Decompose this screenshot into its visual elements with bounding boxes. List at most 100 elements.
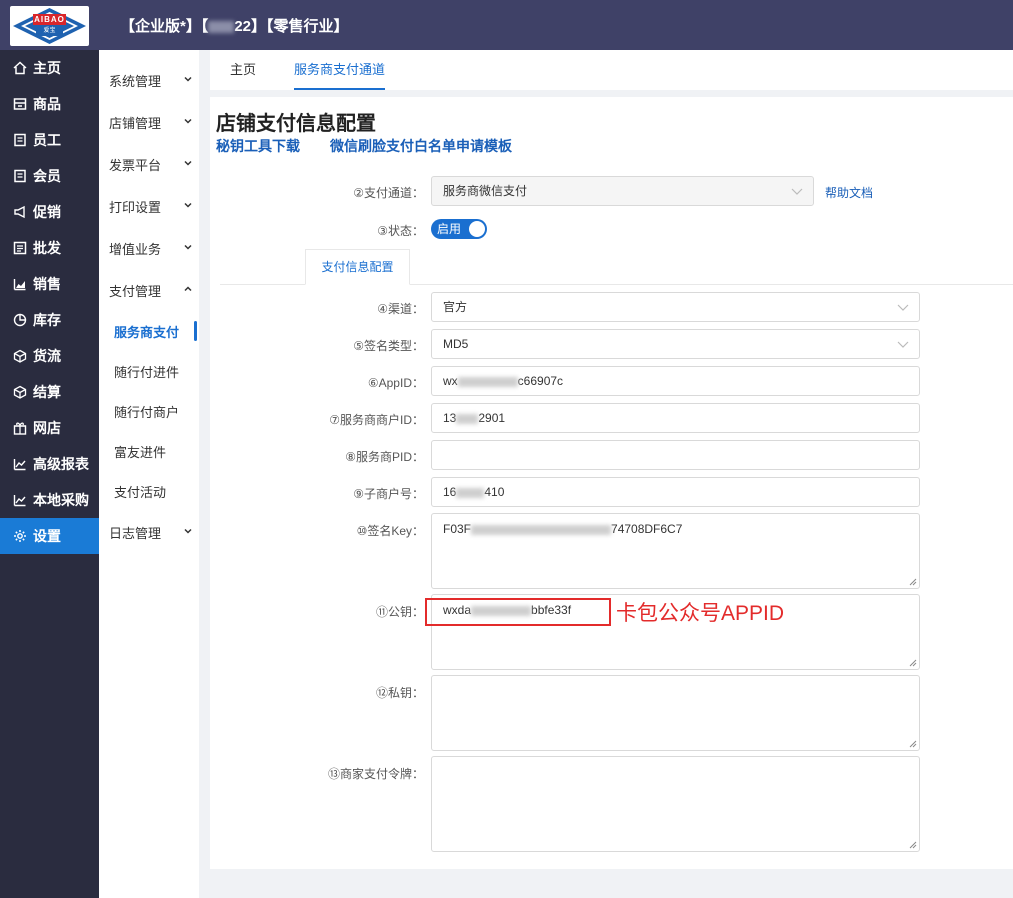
sign-key-label: ⑩签名Key： xyxy=(356,524,424,538)
submenu-payment-management[interactable]: 支付管理 xyxy=(99,275,199,305)
redacted-sub-merchant xyxy=(456,487,485,498)
resize-grip-icon[interactable] xyxy=(909,578,917,586)
sidebar-item-logistics[interactable]: 货流 xyxy=(0,338,99,374)
submenu-suixingfu-onboarding[interactable]: 随行付进件 xyxy=(99,356,199,386)
submenu-suixingfu-merchant[interactable]: 随行付商户 xyxy=(99,396,199,426)
submenu-store-management[interactable]: 店铺管理 xyxy=(99,107,199,137)
sidebar-item-goods[interactable]: 商品 xyxy=(0,86,99,122)
sub-merchant-value-start: 16 xyxy=(443,485,457,499)
sidebar-item-sales[interactable]: 销售 xyxy=(0,266,99,302)
sidebar-item-label: 设置 xyxy=(33,528,61,544)
aibao-logo[interactable]: AIBAO 爱宝 xyxy=(10,6,89,46)
store-title-prefix: 【企业版*】【 xyxy=(120,18,209,35)
sidebar-item-label: 会员 xyxy=(33,168,61,184)
chevron-down-icon xyxy=(184,528,192,534)
sidebar-item-settings[interactable]: 设置 xyxy=(0,518,99,554)
appid-input[interactable]: wx c66907c xyxy=(431,366,920,396)
sign-type-value: MD5 xyxy=(443,337,469,351)
sub-merchant-input[interactable]: 16 410 xyxy=(431,477,920,507)
sidebar-item-local-purchase[interactable]: 本地采购 xyxy=(0,482,99,518)
config-panel: 店铺支付信息配置 秘钥工具下载 微信刷脸支付白名单申请模板 ②支付通道： 服务商… xyxy=(210,97,1013,869)
route-value: 官方 xyxy=(443,300,468,314)
merchant-id-label: ⑦服务商商户ID： xyxy=(329,413,424,427)
page-title: 店铺支付信息配置 xyxy=(216,113,376,135)
sidebar-item-label: 本地采购 xyxy=(33,492,89,508)
appid-value-end: c66907c xyxy=(517,374,564,388)
sidebar-item-label: 批发 xyxy=(33,240,61,256)
private-key-textarea[interactable] xyxy=(431,675,920,751)
redacted-merchant-id xyxy=(456,413,479,424)
sidebar-item-settlement[interactable]: 结算 xyxy=(0,374,99,410)
sub-merchant-value-end: 410 xyxy=(484,485,505,499)
submenu-provider-payment[interactable]: 服务商支付 xyxy=(99,316,199,346)
pid-input[interactable] xyxy=(431,440,920,470)
help-doc-link[interactable]: 帮助文档 xyxy=(825,184,873,201)
submenu-label: 支付管理 xyxy=(109,283,162,299)
tab-payment-info-config[interactable]: 支付信息配置 xyxy=(305,249,410,285)
sidebar-item-label: 商品 xyxy=(33,96,61,112)
submenu-system-management[interactable]: 系统管理 xyxy=(99,65,199,95)
sign-key-value-end: 74708DF6C7 xyxy=(611,522,683,536)
sign-key-textarea[interactable]: F03F 74708DF6C7 xyxy=(431,513,920,589)
sidebar-item-label: 结算 xyxy=(33,384,61,400)
submenu-label: 增值业务 xyxy=(109,241,162,257)
appid-label: ⑥AppID： xyxy=(367,376,424,390)
sidebar-item-label: 网店 xyxy=(33,420,61,436)
payment-channel-select[interactable]: 服务商微信支付 xyxy=(431,176,814,206)
submenu-label: 服务商支付 xyxy=(114,324,180,340)
sidebar-item-member[interactable]: 会员 xyxy=(0,158,99,194)
submenu-print-settings[interactable]: 打印设置 xyxy=(99,191,199,221)
submenu-payment-activity[interactable]: 支付活动 xyxy=(99,476,199,506)
sidebar-item-label: 促销 xyxy=(33,204,61,220)
sidebar-item-webshop[interactable]: 网店 xyxy=(0,410,99,446)
chevron-down-icon xyxy=(184,244,192,250)
sign-type-select[interactable]: MD5 xyxy=(431,329,920,359)
merchant-id-input[interactable]: 13 2901 xyxy=(431,403,920,433)
submenu-invoice-platform[interactable]: 发票平台 xyxy=(99,149,199,179)
annotation-highlight-box xyxy=(425,598,611,626)
tab-provider-payment-channel[interactable]: 服务商支付通道 xyxy=(294,50,386,90)
sidebar-item-promo[interactable]: 促销 xyxy=(0,194,99,230)
sidebar-item-home[interactable]: 主页 xyxy=(0,50,99,86)
status-label: ③状态： xyxy=(377,224,424,238)
sign-type-label: ⑤签名类型： xyxy=(353,339,424,353)
resize-grip-icon[interactable] xyxy=(909,740,917,748)
resize-grip-icon[interactable] xyxy=(909,841,917,849)
staff-icon xyxy=(13,133,27,147)
cube-icon xyxy=(13,385,27,399)
sidebar-item-label: 销售 xyxy=(33,276,61,292)
submenu-fuyou-onboarding[interactable]: 富友进件 xyxy=(99,436,199,466)
settings-submenu: 系统管理 店铺管理 发票平台 打印设置 增值业务 支付管理 服务商支付 随行付进… xyxy=(99,50,199,898)
goods-icon xyxy=(13,97,27,111)
submenu-label: 随行付进件 xyxy=(114,364,180,380)
submenu-label: 富友进件 xyxy=(114,444,167,460)
key-tool-download-link[interactable]: 秘钥工具下载 xyxy=(216,136,300,156)
route-label: ④渠道： xyxy=(377,302,424,316)
merchant-token-textarea[interactable] xyxy=(431,756,920,852)
sidebar-item-inventory[interactable]: 库存 xyxy=(0,302,99,338)
chevron-down-icon xyxy=(184,202,192,208)
promo-icon xyxy=(13,205,27,219)
store-title: 【企业版*】【 22】【零售行业】 xyxy=(120,15,349,36)
submenu-value-added[interactable]: 增值业务 xyxy=(99,233,199,263)
cube-icon xyxy=(13,349,27,363)
submenu-label: 随行付商户 xyxy=(114,404,180,420)
resize-grip-icon[interactable] xyxy=(909,659,917,667)
sidebar-item-wholesale[interactable]: 批发 xyxy=(0,230,99,266)
sidebar-item-reports[interactable]: 高级报表 xyxy=(0,446,99,482)
chevron-down-icon xyxy=(184,118,192,124)
member-icon xyxy=(13,169,27,183)
submenu-log-management[interactable]: 日志管理 xyxy=(99,517,199,547)
tab-home[interactable]: 主页 xyxy=(230,50,256,90)
logo-subtext: 爱宝 xyxy=(36,27,63,36)
submenu-label: 打印设置 xyxy=(109,199,162,215)
gear-icon xyxy=(13,529,27,543)
merchant-id-value-end: 2901 xyxy=(478,411,506,425)
route-select[interactable]: 官方 xyxy=(431,292,920,322)
payment-channel-value: 服务商微信支付 xyxy=(443,184,528,198)
face-pay-whitelist-template-link[interactable]: 微信刷脸支付白名单申请模板 xyxy=(330,136,512,156)
redacted-appid xyxy=(457,376,518,387)
sidebar-item-staff[interactable]: 员工 xyxy=(0,122,99,158)
gift-icon xyxy=(13,421,27,435)
status-toggle[interactable]: 启用 xyxy=(431,219,487,239)
